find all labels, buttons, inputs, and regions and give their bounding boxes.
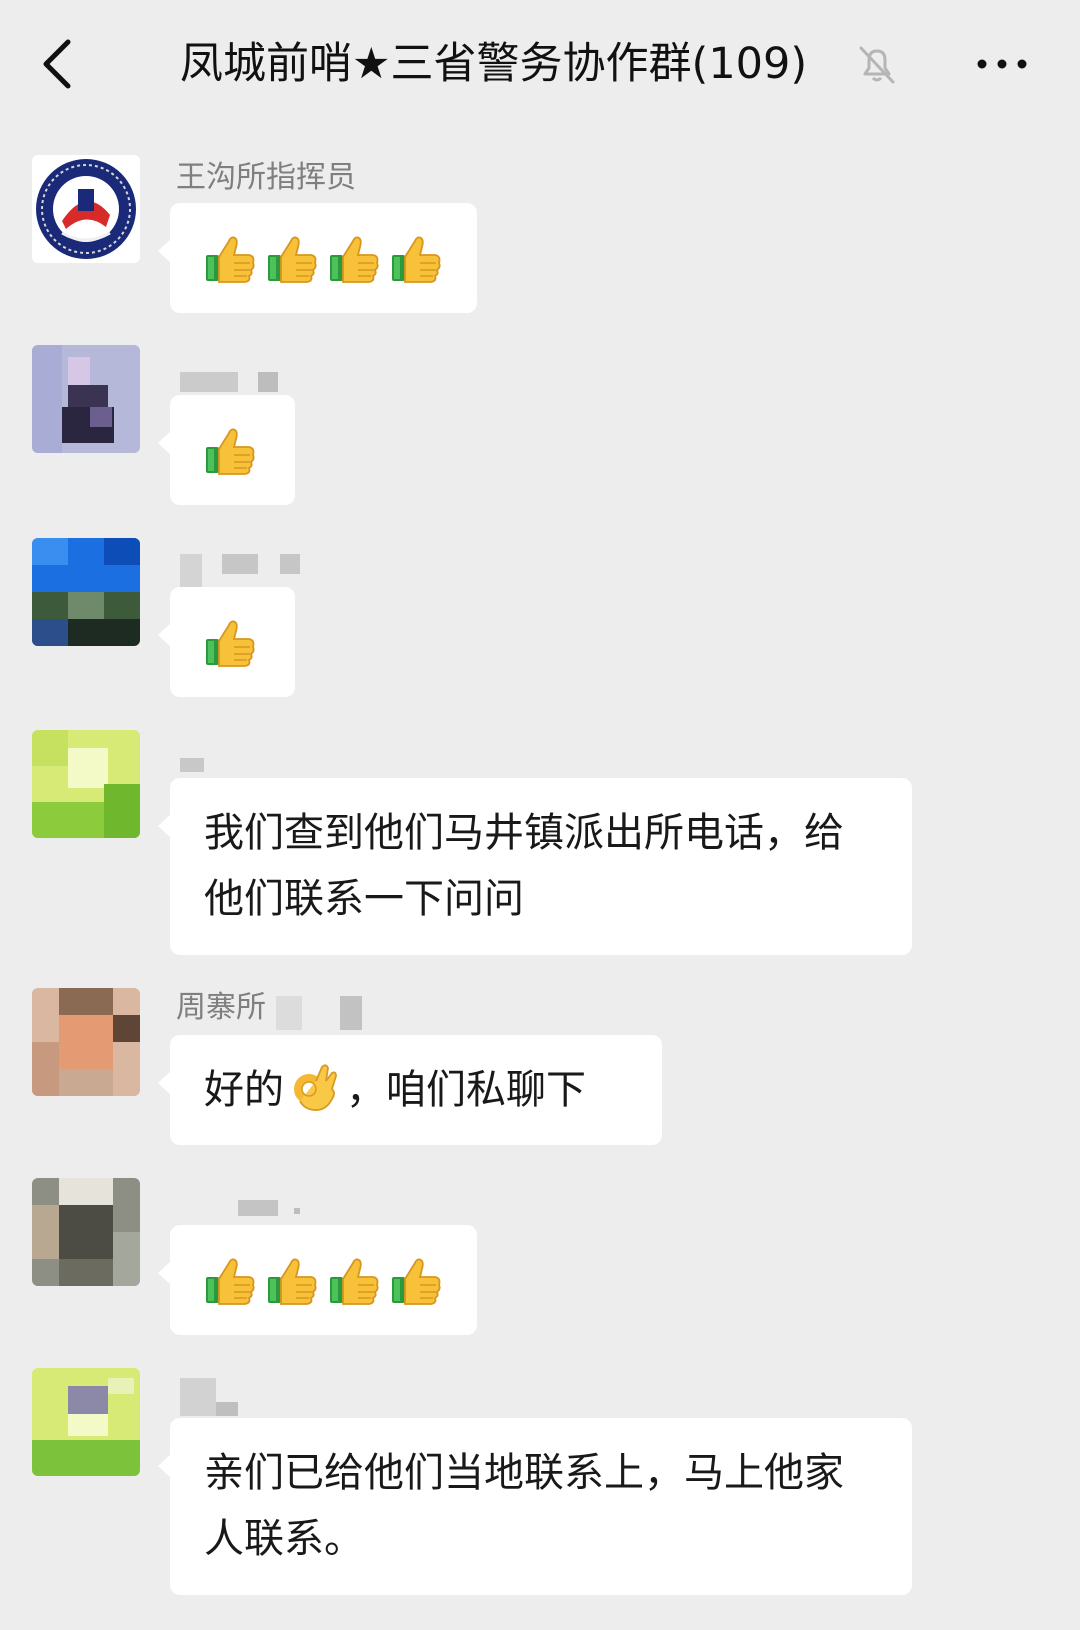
thumbs-up-icon xyxy=(204,617,256,669)
message-text: 我们查到他们马井镇派出所电话，给他们联系一下问问 xyxy=(204,810,844,922)
thumbs-up-icon xyxy=(390,233,442,285)
mute-bell-icon xyxy=(859,46,895,84)
avatar-blurred[interactable] xyxy=(32,730,140,838)
message-bubble[interactable] xyxy=(158,203,477,313)
sender-name-blurred xyxy=(180,758,204,772)
message-text-part: ，咱们私聊下 xyxy=(346,1067,586,1113)
message-text: 亲们已给他们当地联系上，马上他家人联系。 xyxy=(204,1450,844,1562)
message-bubble[interactable] xyxy=(158,395,295,505)
chat-title: 凤城前哨★三省警务协作群(109) xyxy=(180,39,808,89)
avatar-police-badge[interactable] xyxy=(32,155,140,263)
ok-hand-emoji-icon xyxy=(294,1064,337,1111)
message-text-part: 好的 xyxy=(204,1067,284,1113)
emoji-row xyxy=(204,617,256,669)
chat-header: 凤城前哨★三省警务协作群(109) xyxy=(0,0,1080,128)
avatar-blurred[interactable] xyxy=(32,345,140,453)
avatar-blurred[interactable] xyxy=(32,1178,140,1286)
message-bubble[interactable]: 我们查到他们马井镇派出所电话，给他们联系一下问问 xyxy=(158,778,912,955)
emoji-row xyxy=(204,425,256,477)
sender-name-blurred xyxy=(238,1200,300,1216)
emoji-row xyxy=(204,233,442,285)
thumbs-up-icon xyxy=(266,233,318,285)
thumbs-up-icon xyxy=(204,233,256,285)
avatar-blurred[interactable] xyxy=(32,1368,140,1476)
avatar-blurred[interactable] xyxy=(32,988,140,1096)
message-bubble[interactable] xyxy=(158,587,295,697)
sender-name: 王沟所指挥员 xyxy=(176,160,356,195)
emoji-row xyxy=(204,1255,442,1307)
message-bubble[interactable]: 亲们已给他们当地联系上，马上他家人联系。 xyxy=(158,1418,912,1595)
sender-name-blurred xyxy=(276,996,362,1030)
avatar-blurred[interactable] xyxy=(32,538,140,646)
sender-name-blurred xyxy=(180,372,278,392)
message-bubble[interactable]: 好的 ，咱们私聊下 xyxy=(158,1035,662,1145)
sender-name-blurred xyxy=(180,554,300,590)
back-arrow-icon[interactable] xyxy=(30,28,90,100)
message-text: 好的 ，咱们私聊下 xyxy=(204,1057,634,1123)
thumbs-up-icon xyxy=(328,233,380,285)
thumbs-up-icon xyxy=(266,1255,318,1307)
sender-name: 周寨所 xyxy=(176,990,266,1025)
message-bubble[interactable] xyxy=(158,1225,477,1335)
sender-name-blurred xyxy=(180,1378,238,1416)
thumbs-up-icon xyxy=(204,1255,256,1307)
thumbs-up-icon xyxy=(390,1255,442,1307)
more-dots-icon[interactable] xyxy=(972,44,1038,84)
thumbs-up-icon xyxy=(328,1255,380,1307)
thumbs-up-icon xyxy=(204,425,256,477)
